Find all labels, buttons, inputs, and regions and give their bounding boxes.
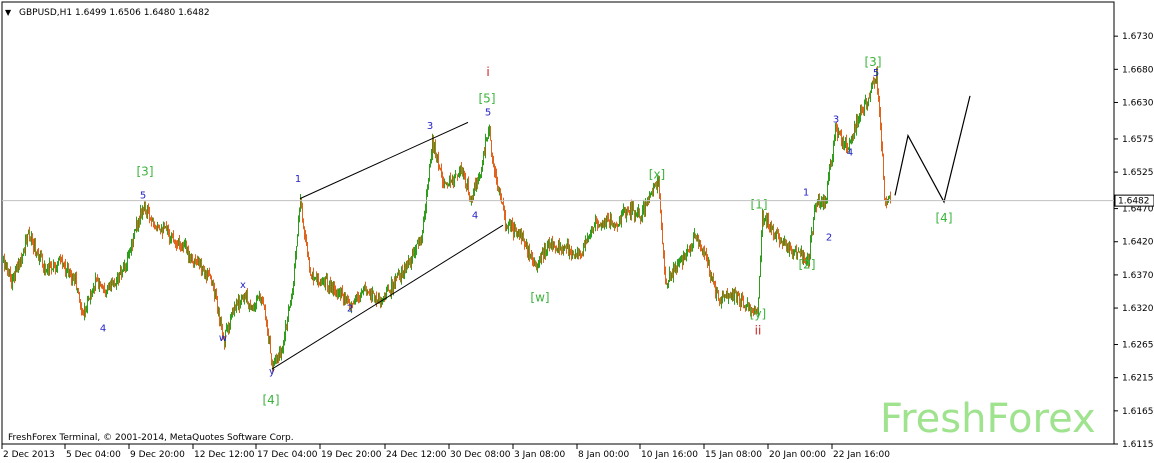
wave-label: 4 bbox=[847, 148, 853, 159]
time-axis: 2 Dec 2013 5 Dec 04:00 9 Dec 20:00 12 Dec 1… bbox=[1, 444, 890, 460]
wave-label: [2] bbox=[799, 257, 816, 271]
wave-label: i bbox=[486, 65, 489, 79]
wave-label: [4] bbox=[263, 393, 280, 407]
price-tick-label: 1.6730 bbox=[1122, 32, 1154, 42]
price-tick-label: 1.6165 bbox=[1122, 407, 1154, 417]
wave-label: [5] bbox=[479, 91, 496, 105]
time-tick-label: 22 Jan 16:00 bbox=[833, 450, 890, 460]
price-tick-label: 1.6215 bbox=[1122, 374, 1154, 384]
time-tick-label: 17 Dec 04:00 bbox=[257, 450, 318, 460]
time-tick-label: 8 Jan 00:00 bbox=[578, 450, 630, 460]
wave-label: 3 bbox=[427, 121, 433, 132]
price-tick-label: 1.6575 bbox=[1122, 135, 1154, 145]
price-tick-label: 1.6680 bbox=[1122, 65, 1154, 75]
symbol-info: GBPUSD,H1 1.6499 1.6506 1.6480 1.6482 bbox=[19, 8, 210, 18]
wave-label: w bbox=[219, 333, 227, 344]
wave-label: 5 bbox=[140, 191, 146, 202]
wave-label: ii bbox=[755, 324, 762, 338]
time-tick-label: 12 Dec 12:00 bbox=[194, 450, 255, 460]
price-tick-label: 1.6525 bbox=[1122, 168, 1154, 178]
wave-label: 5 bbox=[873, 68, 879, 79]
price-chart: ▼ GBPUSD,H1 1.6499 1.6506 1.6480 1.6482 … bbox=[1, 1, 1154, 460]
price-tick-label: 1.6630 bbox=[1122, 98, 1154, 108]
wave-label: [1] bbox=[751, 198, 768, 212]
time-tick-label: 3 Jan 08:00 bbox=[514, 450, 566, 460]
wave-label: [3] bbox=[137, 164, 154, 178]
wave-label: [y] bbox=[750, 307, 766, 321]
wave-label: 4 bbox=[472, 211, 478, 222]
price-axis: 1.67301.66801.66301.65751.65251.64701.64… bbox=[1114, 32, 1154, 450]
time-tick-label: 9 Dec 20:00 bbox=[130, 450, 185, 460]
price-tick-label: 1.6420 bbox=[1122, 238, 1154, 248]
wave-label: 1 bbox=[295, 174, 301, 185]
wave-label: 2 bbox=[347, 303, 353, 314]
wave-label: [x] bbox=[649, 168, 665, 182]
time-tick-label: 24 Dec 12:00 bbox=[386, 450, 447, 460]
wave-label: [4] bbox=[936, 211, 953, 225]
time-tick-label: 15 Jan 08:00 bbox=[705, 450, 762, 460]
wave-label: 2 bbox=[826, 232, 832, 243]
wave-label: x bbox=[240, 280, 246, 291]
time-tick-label: 5 Dec 04:00 bbox=[66, 450, 121, 460]
wave-label: y bbox=[269, 366, 275, 377]
price-tick-label: 1.6115 bbox=[1122, 440, 1154, 450]
current-price-label: 1.6482 bbox=[1118, 197, 1150, 207]
menu-arrow-icon[interactable]: ▼ bbox=[5, 8, 12, 17]
wave-label: [3] bbox=[865, 55, 882, 69]
time-tick-label: 20 Jan 00:00 bbox=[769, 450, 826, 460]
wave-label: [w] bbox=[530, 290, 549, 304]
wave-label: 1 bbox=[803, 187, 809, 198]
time-tick-label: 10 Jan 16:00 bbox=[641, 450, 698, 460]
current-price-tag: 1.6482 bbox=[1114, 194, 1154, 207]
watermark: FreshForex bbox=[880, 396, 1096, 442]
price-tick-label: 1.6265 bbox=[1122, 341, 1154, 351]
price-tick-label: 1.6370 bbox=[1122, 271, 1154, 281]
wave-label: 4 bbox=[100, 323, 106, 334]
time-tick-label: 30 Dec 08:00 bbox=[450, 450, 511, 460]
time-tick-label: 2 Dec 2013 bbox=[3, 450, 55, 460]
wave-label: 3 bbox=[833, 114, 839, 125]
wave-label: 5 bbox=[485, 108, 491, 119]
time-tick-label: 19 Dec 20:00 bbox=[321, 450, 382, 460]
copyright-text: FreshForex Terminal, © 2001-2014, MetaQu… bbox=[8, 433, 294, 443]
price-tick-label: 1.6320 bbox=[1122, 304, 1154, 314]
